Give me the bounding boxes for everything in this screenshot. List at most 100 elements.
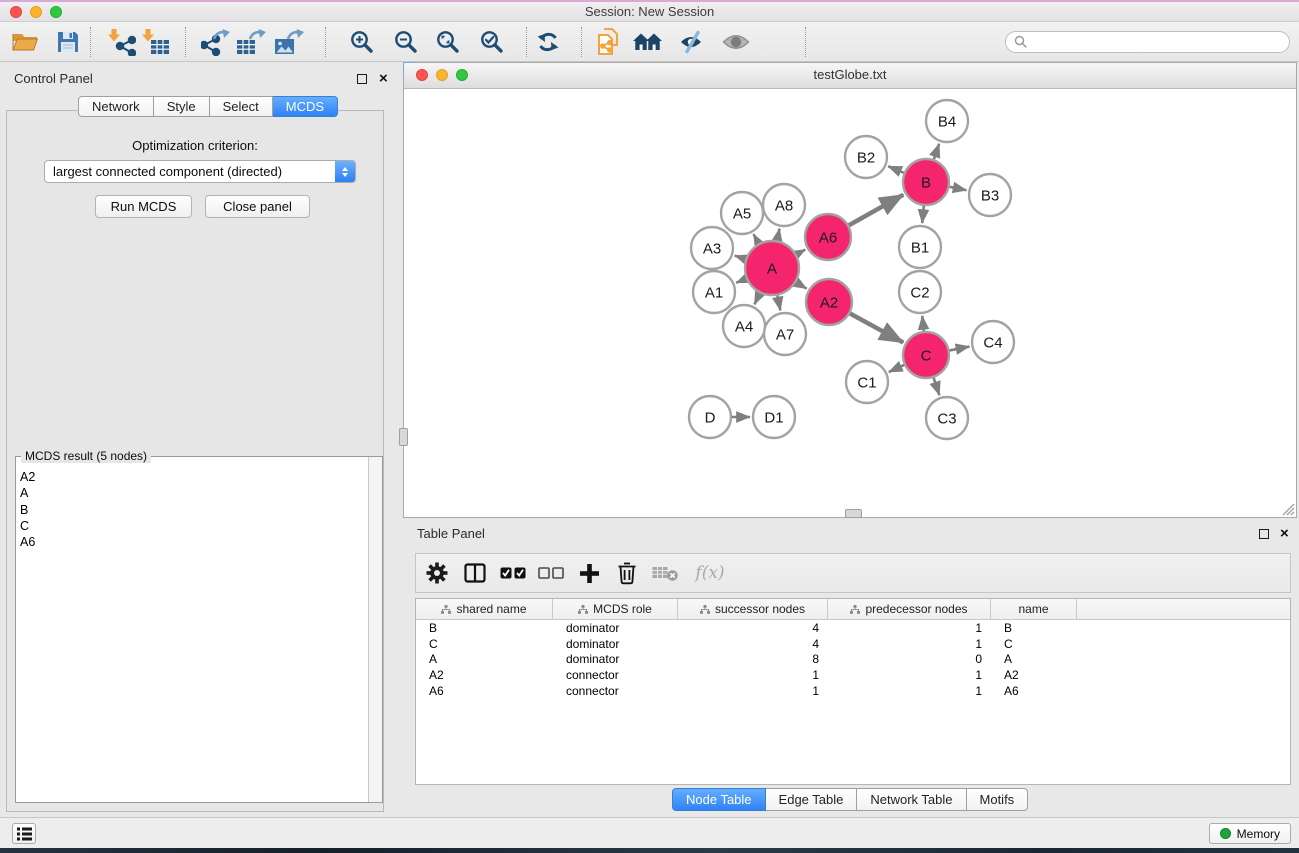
create-column-button[interactable] [574,558,604,588]
deselect-all-button[interactable] [536,558,566,588]
optimization-criterion-label: Optimization criterion: [7,138,383,153]
close-panel-button[interactable]: Close panel [205,195,310,218]
tab-network[interactable]: Network [78,96,154,117]
table-row[interactable]: A6connector11A6 [416,683,1290,699]
column-header-predecessor-nodes[interactable]: predecessor nodes [828,599,991,619]
memory-button[interactable]: Memory [1209,823,1291,844]
tab-style[interactable]: Style [154,96,210,117]
horizontal-scroll-thumb[interactable] [845,509,862,518]
import-table-button[interactable] [138,25,172,59]
float-panel-button[interactable] [357,74,367,84]
import-network-icon [106,29,136,56]
network-close-button[interactable] [416,69,428,81]
network-zoom-button[interactable] [456,69,468,81]
delete-table-button[interactable] [650,558,680,588]
tab-edge-table[interactable]: Edge Table [766,788,858,811]
resize-grip[interactable] [1280,501,1295,516]
graph-edge-A-A8[interactable] [777,229,779,241]
mcds-result-item[interactable]: A2 [20,469,368,485]
graph-edge-A-A7[interactable] [777,295,780,310]
graph-edge-B-B1[interactable] [922,206,924,223]
table-row[interactable]: Cdominator41C [416,636,1290,652]
task-history-button[interactable] [12,823,36,844]
fit-selected-button[interactable] [475,25,509,59]
show-hide-button[interactable] [719,25,753,59]
toggle-graphics-details-button[interactable] [675,25,709,59]
mcds-result-item[interactable]: A6 [20,534,368,550]
float-table-panel-button[interactable] [1259,529,1269,539]
close-table-panel-button[interactable]: × [1280,528,1289,540]
network-window-titlebar[interactable]: testGlobe.txt [404,63,1296,89]
table-cell: A2 [991,668,1077,682]
mcds-result-item[interactable]: C [20,518,368,534]
minimize-window-button[interactable] [30,6,42,18]
export-table-button[interactable] [235,25,269,59]
mcds-result-item[interactable]: A [20,485,368,501]
tab-node-table[interactable]: Node Table [672,788,766,811]
zoom-window-button[interactable] [50,6,62,18]
tab-select[interactable]: Select [210,96,273,117]
column-header-successor-nodes[interactable]: successor nodes [678,599,828,619]
table-row[interactable]: Bdominator41B [416,620,1290,636]
network-minimize-button[interactable] [436,69,448,81]
table-cell: dominator [553,652,678,666]
graph-edge-C-C2[interactable] [922,316,923,331]
graph-edge-A-A6[interactable] [796,250,805,255]
column-header-name[interactable]: name [991,599,1077,619]
control-panel-tabs: NetworkStyleSelectMCDS [78,96,338,117]
search-input[interactable] [1034,34,1281,50]
delete-columns-button[interactable] [612,558,642,588]
graph-node-label: A8 [775,197,793,214]
table-settings-button[interactable] [422,558,452,588]
open-file-button[interactable] [8,25,42,59]
tab-mcds[interactable]: MCDS [273,96,338,117]
zoom-out-button[interactable] [389,25,423,59]
table-row[interactable]: A2connector11A2 [416,667,1290,683]
graph-edge-A-A4[interactable] [754,293,759,304]
function-builder-button[interactable]: f(x) [688,558,732,588]
graph-edge-C-C1[interactable] [889,365,904,372]
table-cell: A6 [991,684,1077,698]
new-network-from-selection-button[interactable] [591,25,625,59]
graph-edge-B-B2[interactable] [888,166,904,173]
graph-edge-B-B3[interactable] [950,187,967,190]
save-session-button[interactable] [51,25,85,59]
graph-edge-A-A3[interactable] [735,256,746,260]
select-all-button[interactable] [498,558,528,588]
show-column-button[interactable] [460,558,490,588]
column-header-shared-name[interactable]: shared name [416,599,553,619]
export-image-button[interactable] [273,25,307,59]
export-network-button[interactable] [199,25,233,59]
graph-edge-A-A2[interactable] [796,282,807,288]
graph-edge-C-C3[interactable] [934,378,940,395]
zoom-in-button[interactable] [345,25,379,59]
graph-edge-C-C4[interactable] [950,347,970,351]
network-canvas[interactable]: AA1A2A3A4A5A6A7A8BB1B2B3B4CC1C2C3C4DD1 [404,89,1296,518]
houses-icon [633,31,663,53]
graph-edge-A-A1[interactable] [736,279,746,283]
column-header-MCDS-role[interactable]: MCDS role [553,599,678,619]
fit-content-button[interactable] [431,25,465,59]
mcds-result-item[interactable]: B [20,502,368,518]
result-scrollbar[interactable] [368,457,382,802]
fit-content-icon [435,29,461,55]
tab-network-table[interactable]: Network Table [857,788,966,811]
table-cell: A [416,652,553,666]
tab-motifs[interactable]: Motifs [967,788,1029,811]
optimization-criterion-select[interactable]: largest connected component (directed) [44,160,356,183]
delete-table-icon [652,565,679,582]
zoom-out-icon [393,29,419,55]
table-cell: B [416,621,553,635]
table-row[interactable]: Adominator80A [416,651,1290,667]
import-network-button[interactable] [104,25,138,59]
graph-edge-A-A5[interactable] [753,234,758,243]
close-panel-icon-button[interactable]: × [379,73,388,85]
graph-edge-A2-C[interactable] [850,314,903,343]
close-window-button[interactable] [10,6,22,18]
graph-edge-B-B4[interactable] [934,144,939,160]
home-button[interactable] [631,25,665,59]
vertical-scroll-thumb[interactable] [399,428,408,446]
apply-layout-button[interactable] [531,25,565,59]
graph-edge-A6-B[interactable] [849,195,903,226]
run-mcds-button[interactable]: Run MCDS [95,195,192,218]
